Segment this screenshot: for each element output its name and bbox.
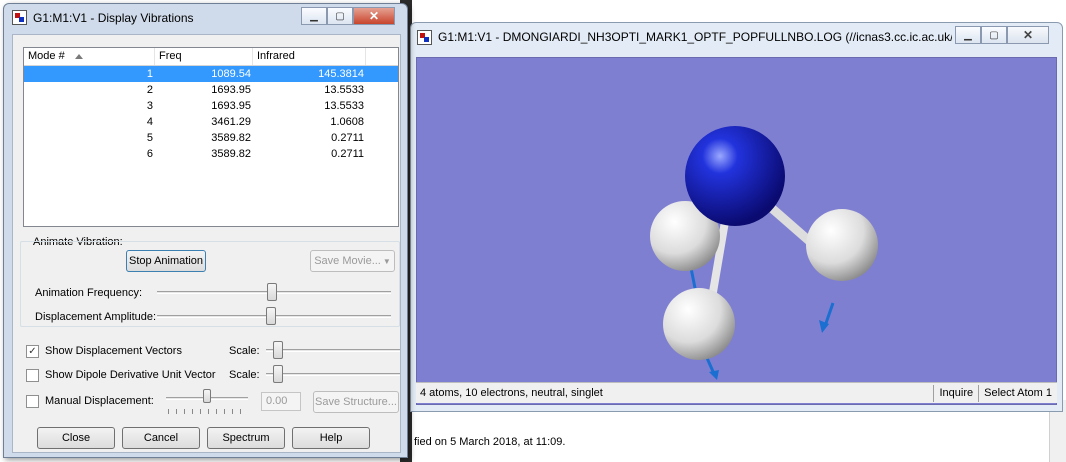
cell-ir: 1.0608 xyxy=(330,116,364,128)
vectors-scale-slider[interactable] xyxy=(273,341,283,359)
cell-ir: 13.5533 xyxy=(324,100,364,112)
display-vibrations-dialog: G1:M1:V1 - Display Vibrations ▁ ▢ ✕ Mode… xyxy=(3,3,408,458)
cell-freq: 3589.82 xyxy=(211,132,251,144)
viewer-titlebar[interactable]: G1:M1:V1 - DMONGIARDI_NH3OPTI_MARK1_OPTF… xyxy=(417,27,952,47)
cell-freq: 3589.82 xyxy=(211,148,251,160)
dropdown-arrow-icon: ▼ xyxy=(382,256,391,266)
cell-mode: 6 xyxy=(146,148,153,160)
save-movie-button[interactable]: Save Movie... ▼ xyxy=(310,250,395,272)
vectors-scale-track xyxy=(266,349,400,352)
manual-displacement-checkbox[interactable] xyxy=(26,395,39,408)
spectrum-button[interactable]: Spectrum xyxy=(207,427,285,449)
sort-ascending-icon xyxy=(74,53,83,59)
hydrogen-atom-bottom[interactable] xyxy=(663,288,735,360)
table-row[interactable]: 5 3589.82 0.2711 xyxy=(24,130,398,146)
cell-mode: 4 xyxy=(146,116,153,128)
hydrogen-atom-right[interactable] xyxy=(806,209,878,281)
displacement-amplitude-slider[interactable] xyxy=(266,307,276,325)
list-header: Mode # Freq Infrared xyxy=(24,48,398,66)
table-row[interactable]: 6 3589.82 0.2711 xyxy=(24,146,398,162)
cell-mode: 1 xyxy=(146,68,153,80)
manual-displacement-ticks xyxy=(168,409,248,414)
gaussview-app-icon xyxy=(417,29,432,45)
vectors-scale-label: Scale: xyxy=(229,345,260,357)
dialog-titlebar[interactable]: G1:M1:V1 - Display Vibrations xyxy=(12,10,194,25)
viewer-window-controls: ▁ ▢ ✕ xyxy=(955,26,1049,44)
column-header-mode[interactable]: Mode # xyxy=(24,48,155,65)
cell-mode: 5 xyxy=(146,132,153,144)
vibration-modes-list[interactable]: Mode # Freq Infrared 1 1089.54 145.3814 2 16… xyxy=(23,47,399,227)
animation-frequency-label: Animation Frequency: xyxy=(35,287,142,299)
dipole-scale-slider[interactable] xyxy=(273,365,283,383)
manual-displacement-label[interactable]: Manual Displacement: xyxy=(45,395,154,407)
help-button[interactable]: Help xyxy=(292,427,370,449)
gaussview-app-icon xyxy=(12,10,27,25)
close-button[interactable]: Close xyxy=(37,427,115,449)
select-atom-mode[interactable]: Select Atom 1 xyxy=(978,384,1057,402)
inquire-mode[interactable]: Inquire xyxy=(933,384,978,402)
dialog-body: Mode # Freq Infrared 1 1089.54 145.3814 2 16… xyxy=(12,34,401,453)
dialog-title: G1:M1:V1 - Display Vibrations xyxy=(33,10,194,25)
displacement-vector-bottom xyxy=(705,357,719,380)
cell-ir: 13.5533 xyxy=(324,84,364,96)
cell-ir: 0.2711 xyxy=(331,148,364,160)
background-footer-text: fied on 5 March 2018, at 11:09. xyxy=(414,436,566,448)
manual-displacement-value-field[interactable]: 0.00 xyxy=(261,392,301,411)
cell-freq: 3461.29 xyxy=(211,116,251,128)
maximize-icon[interactable]: ▢ xyxy=(327,7,353,25)
table-row[interactable]: 2 1693.95 13.5533 xyxy=(24,82,398,98)
list-rows: 1 1089.54 145.3814 2 1693.95 13.5533 3 1693.95 1… xyxy=(24,66,398,162)
show-displacement-vectors-checkbox[interactable]: ✓ xyxy=(26,345,39,358)
show-displacement-vectors-label[interactable]: Show Displacement Vectors xyxy=(45,345,182,357)
cell-freq: 1693.95 xyxy=(211,84,251,96)
molecule-status: 4 atoms, 10 electrons, neutral, singlet xyxy=(420,387,603,399)
checkmark-icon: ✓ xyxy=(28,346,37,357)
viewer-statusbar: 4 atoms, 10 electrons, neutral, singlet … xyxy=(416,382,1057,403)
cell-mode: 2 xyxy=(146,84,153,96)
dialog-window-controls: ▁ ▢ ✕ xyxy=(301,7,395,25)
table-row[interactable]: 1 1089.54 145.3814 xyxy=(24,66,398,82)
maximize-icon[interactable]: ▢ xyxy=(981,26,1007,44)
stop-animation-button[interactable]: Stop Animation xyxy=(126,250,206,272)
save-movie-label: Save Movie... xyxy=(314,255,381,267)
animation-frequency-slider[interactable] xyxy=(267,283,277,301)
show-dipole-checkbox[interactable] xyxy=(26,369,39,382)
column-mode-label: Mode # xyxy=(28,50,65,62)
displacement-vector-right xyxy=(819,302,835,333)
close-icon[interactable]: ✕ xyxy=(1007,26,1049,44)
molecule-viewer-window: G1:M1:V1 - DMONGIARDI_NH3OPTI_MARK1_OPTF… xyxy=(410,22,1063,412)
dipole-scale-label: Scale: xyxy=(229,369,260,381)
dipole-scale-track xyxy=(266,373,400,376)
nh3-molecule-graphic xyxy=(650,126,878,380)
save-structure-button[interactable]: Save Structure... xyxy=(313,391,399,413)
displacement-amplitude-label: Displacement Amplitude: xyxy=(35,311,157,323)
cell-ir: 0.2711 xyxy=(331,132,364,144)
cell-freq: 1693.95 xyxy=(211,100,251,112)
viewer-title: G1:M1:V1 - DMONGIARDI_NH3OPTI_MARK1_OPTF… xyxy=(438,30,952,44)
nitrogen-atom[interactable] xyxy=(685,126,785,226)
column-header-infrared[interactable]: Infrared xyxy=(253,48,366,65)
minimize-icon[interactable]: ▁ xyxy=(301,7,327,25)
table-row[interactable]: 3 1693.95 13.5533 xyxy=(24,98,398,114)
minimize-icon[interactable]: ▁ xyxy=(955,26,981,44)
table-row[interactable]: 4 3461.29 1.0608 xyxy=(24,114,398,130)
column-header-freq[interactable]: Freq xyxy=(155,48,253,65)
cancel-button[interactable]: Cancel xyxy=(122,427,200,449)
molecule-viewport[interactable] xyxy=(416,57,1057,405)
cell-ir: 145.3814 xyxy=(318,68,364,80)
show-dipole-label[interactable]: Show Dipole Derivative Unit Vector xyxy=(45,369,216,381)
cell-freq: 1089.54 xyxy=(211,68,251,80)
cell-mode: 3 xyxy=(146,100,153,112)
close-icon[interactable]: ✕ xyxy=(353,7,395,25)
manual-displacement-slider[interactable] xyxy=(203,389,211,403)
